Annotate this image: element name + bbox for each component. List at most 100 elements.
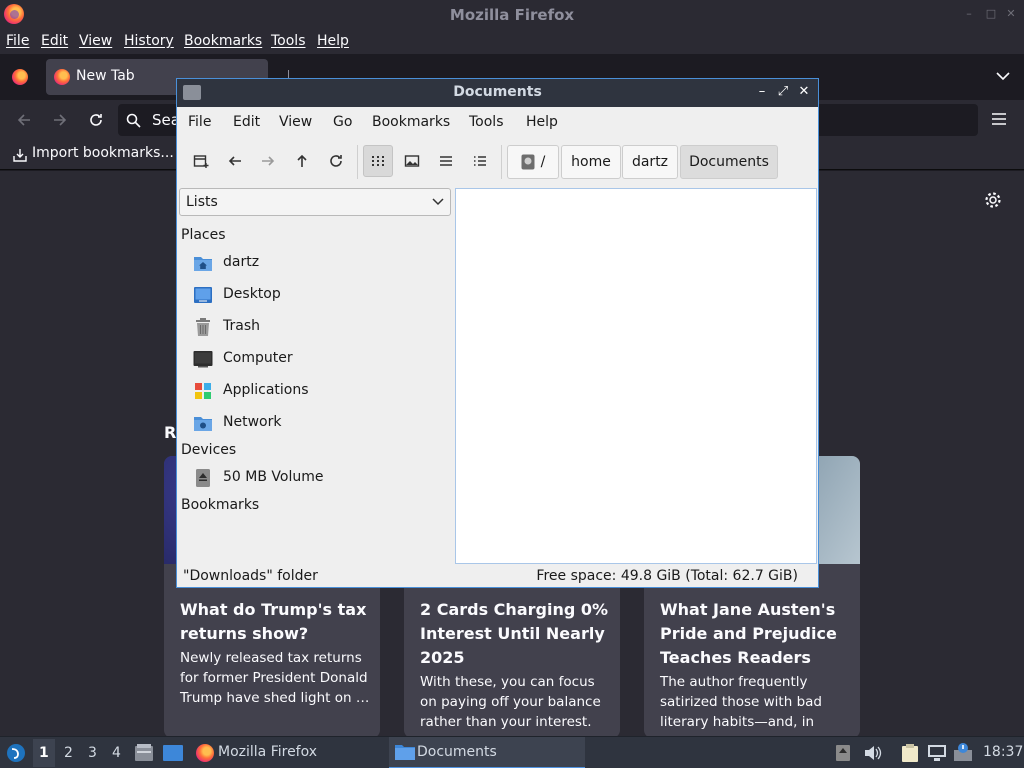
section-heading: R bbox=[164, 423, 177, 442]
fm-menu-go[interactable]: Go bbox=[333, 114, 352, 130]
menu-tools[interactable]: Tools bbox=[271, 33, 306, 49]
task-documents[interactable]: Documents bbox=[389, 737, 585, 768]
breadcrumb-home[interactable]: home bbox=[561, 145, 621, 179]
place-applications[interactable]: Applications bbox=[193, 377, 448, 405]
clipboard-icon[interactable] bbox=[900, 743, 920, 763]
chevron-down-icon bbox=[432, 198, 444, 206]
taskbar: 1 2 3 4 Mozilla Firefox Documents 18:37 bbox=[0, 736, 1024, 768]
status-selection: "Downloads" folder bbox=[183, 568, 318, 584]
status-free-space: Free space: 49.8 GiB (Total: 62.7 GiB) bbox=[536, 568, 798, 584]
fm-menu-help[interactable]: Help bbox=[526, 114, 558, 130]
maximize-icon[interactable]: ⤢ bbox=[774, 83, 792, 101]
fm-menu-file[interactable]: File bbox=[188, 114, 211, 130]
drive-root-icon bbox=[521, 154, 535, 170]
applications-icon bbox=[195, 383, 211, 399]
place-network[interactable]: Network bbox=[193, 409, 448, 437]
hamburger-menu-icon[interactable] bbox=[992, 113, 1006, 125]
file-manager-title: Documents bbox=[453, 84, 542, 100]
back-button[interactable] bbox=[220, 145, 250, 177]
file-manager-toolbar: / home dartz Documents bbox=[177, 137, 818, 187]
breadcrumb-dartz-label: dartz bbox=[631, 154, 669, 170]
icon-view-button[interactable] bbox=[363, 145, 393, 177]
fm-menu-view[interactable]: View bbox=[279, 114, 312, 130]
breadcrumb-root-label: / bbox=[540, 154, 546, 170]
folder-view[interactable] bbox=[455, 188, 817, 564]
toolbar-separator bbox=[501, 145, 502, 179]
maximize-icon[interactable]: □ bbox=[984, 7, 998, 21]
image-icon bbox=[404, 155, 420, 167]
new-tab-icon bbox=[193, 155, 209, 168]
place-label: Computer bbox=[223, 350, 293, 366]
task-label: Mozilla Firefox bbox=[218, 744, 318, 760]
workspace-4[interactable]: 4 bbox=[112, 745, 121, 761]
forward-icon[interactable] bbox=[52, 112, 68, 128]
menu-help[interactable]: Help bbox=[317, 33, 349, 49]
toolbar-separator bbox=[357, 145, 358, 179]
breadcrumb-documents-label: Documents bbox=[689, 154, 769, 170]
menu-history[interactable]: History bbox=[124, 33, 174, 49]
back-arrow-icon bbox=[228, 156, 241, 166]
minimize-icon[interactable]: – bbox=[753, 83, 771, 101]
breadcrumb-documents[interactable]: Documents bbox=[680, 145, 778, 179]
firefox-view-icon[interactable] bbox=[12, 69, 28, 85]
firefox-window-title: Mozilla Firefox bbox=[449, 6, 575, 24]
menu-file[interactable]: File bbox=[6, 33, 29, 49]
gear-icon[interactable] bbox=[984, 191, 1002, 209]
clock[interactable]: 18:37 bbox=[983, 744, 1023, 760]
place-label: Applications bbox=[223, 382, 309, 398]
import-bookmarks-link[interactable]: Import bookmarks... bbox=[32, 145, 174, 161]
show-desktop-icon[interactable] bbox=[162, 743, 184, 763]
close-icon[interactable]: ✕ bbox=[795, 83, 813, 101]
breadcrumb-dartz[interactable]: dartz bbox=[622, 145, 678, 179]
new-tab-button[interactable] bbox=[186, 145, 216, 177]
workspace-3[interactable]: 3 bbox=[88, 745, 97, 761]
start-menu-icon[interactable] bbox=[6, 743, 26, 763]
file-manager-titlebar[interactable]: Documents – ⤢ ✕ bbox=[177, 79, 818, 107]
network-monitor-icon[interactable] bbox=[927, 744, 947, 762]
removable-drive-tray-icon[interactable] bbox=[834, 744, 852, 762]
place-label: Desktop bbox=[223, 286, 281, 302]
search-icon bbox=[126, 113, 141, 128]
menu-bookmarks[interactable]: Bookmarks bbox=[184, 33, 262, 49]
device-50mb-volume[interactable]: 50 MB Volume bbox=[193, 464, 448, 492]
compact-view-button[interactable] bbox=[431, 145, 461, 177]
fm-menu-edit[interactable]: Edit bbox=[233, 114, 260, 130]
back-icon[interactable] bbox=[16, 112, 32, 128]
workspace-1[interactable]: 1 bbox=[39, 745, 49, 761]
breadcrumb-home-label: home bbox=[571, 154, 611, 170]
update-notifier-icon[interactable] bbox=[953, 742, 973, 762]
thumbnail-view-button[interactable] bbox=[397, 145, 427, 177]
computer-icon bbox=[193, 351, 213, 368]
task-label: Documents bbox=[417, 744, 497, 760]
place-trash[interactable]: Trash bbox=[193, 313, 448, 341]
firefox-titlebar: Mozilla Firefox – □ ✕ bbox=[0, 0, 1024, 28]
file-manager-launcher-icon[interactable] bbox=[134, 743, 154, 763]
place-home[interactable]: dartz bbox=[193, 249, 448, 277]
breadcrumb-root[interactable]: / bbox=[507, 145, 559, 179]
forward-button[interactable] bbox=[253, 145, 283, 177]
minimize-icon[interactable]: – bbox=[962, 7, 976, 21]
detailed-list-view-button[interactable] bbox=[465, 145, 495, 177]
place-desktop[interactable]: Desktop bbox=[193, 281, 448, 309]
fm-menu-bookmarks[interactable]: Bookmarks bbox=[372, 114, 450, 130]
story-description: Newly released tax returns for former Pr… bbox=[180, 650, 370, 706]
side-pane-mode-select[interactable]: Lists bbox=[179, 188, 451, 216]
place-label: dartz bbox=[223, 254, 260, 270]
up-button[interactable] bbox=[287, 145, 317, 177]
place-computer[interactable]: Computer bbox=[193, 345, 448, 373]
menu-view[interactable]: View bbox=[79, 33, 112, 49]
detailed-list-icon bbox=[474, 156, 486, 166]
device-label: 50 MB Volume bbox=[223, 469, 324, 485]
tab-favicon-icon bbox=[54, 69, 70, 85]
list-all-tabs-icon[interactable] bbox=[996, 71, 1010, 81]
volume-icon[interactable] bbox=[864, 745, 882, 761]
reload-button[interactable] bbox=[321, 145, 351, 177]
bookmarks-heading: Bookmarks bbox=[181, 497, 260, 513]
menu-edit[interactable]: Edit bbox=[41, 33, 68, 49]
close-icon[interactable]: ✕ bbox=[1004, 7, 1018, 21]
workspace-2[interactable]: 2 bbox=[64, 745, 73, 761]
fm-menu-tools[interactable]: Tools bbox=[469, 114, 504, 130]
task-firefox[interactable]: Mozilla Firefox bbox=[192, 737, 382, 768]
reload-icon[interactable] bbox=[88, 112, 104, 128]
reload-icon bbox=[330, 155, 342, 167]
